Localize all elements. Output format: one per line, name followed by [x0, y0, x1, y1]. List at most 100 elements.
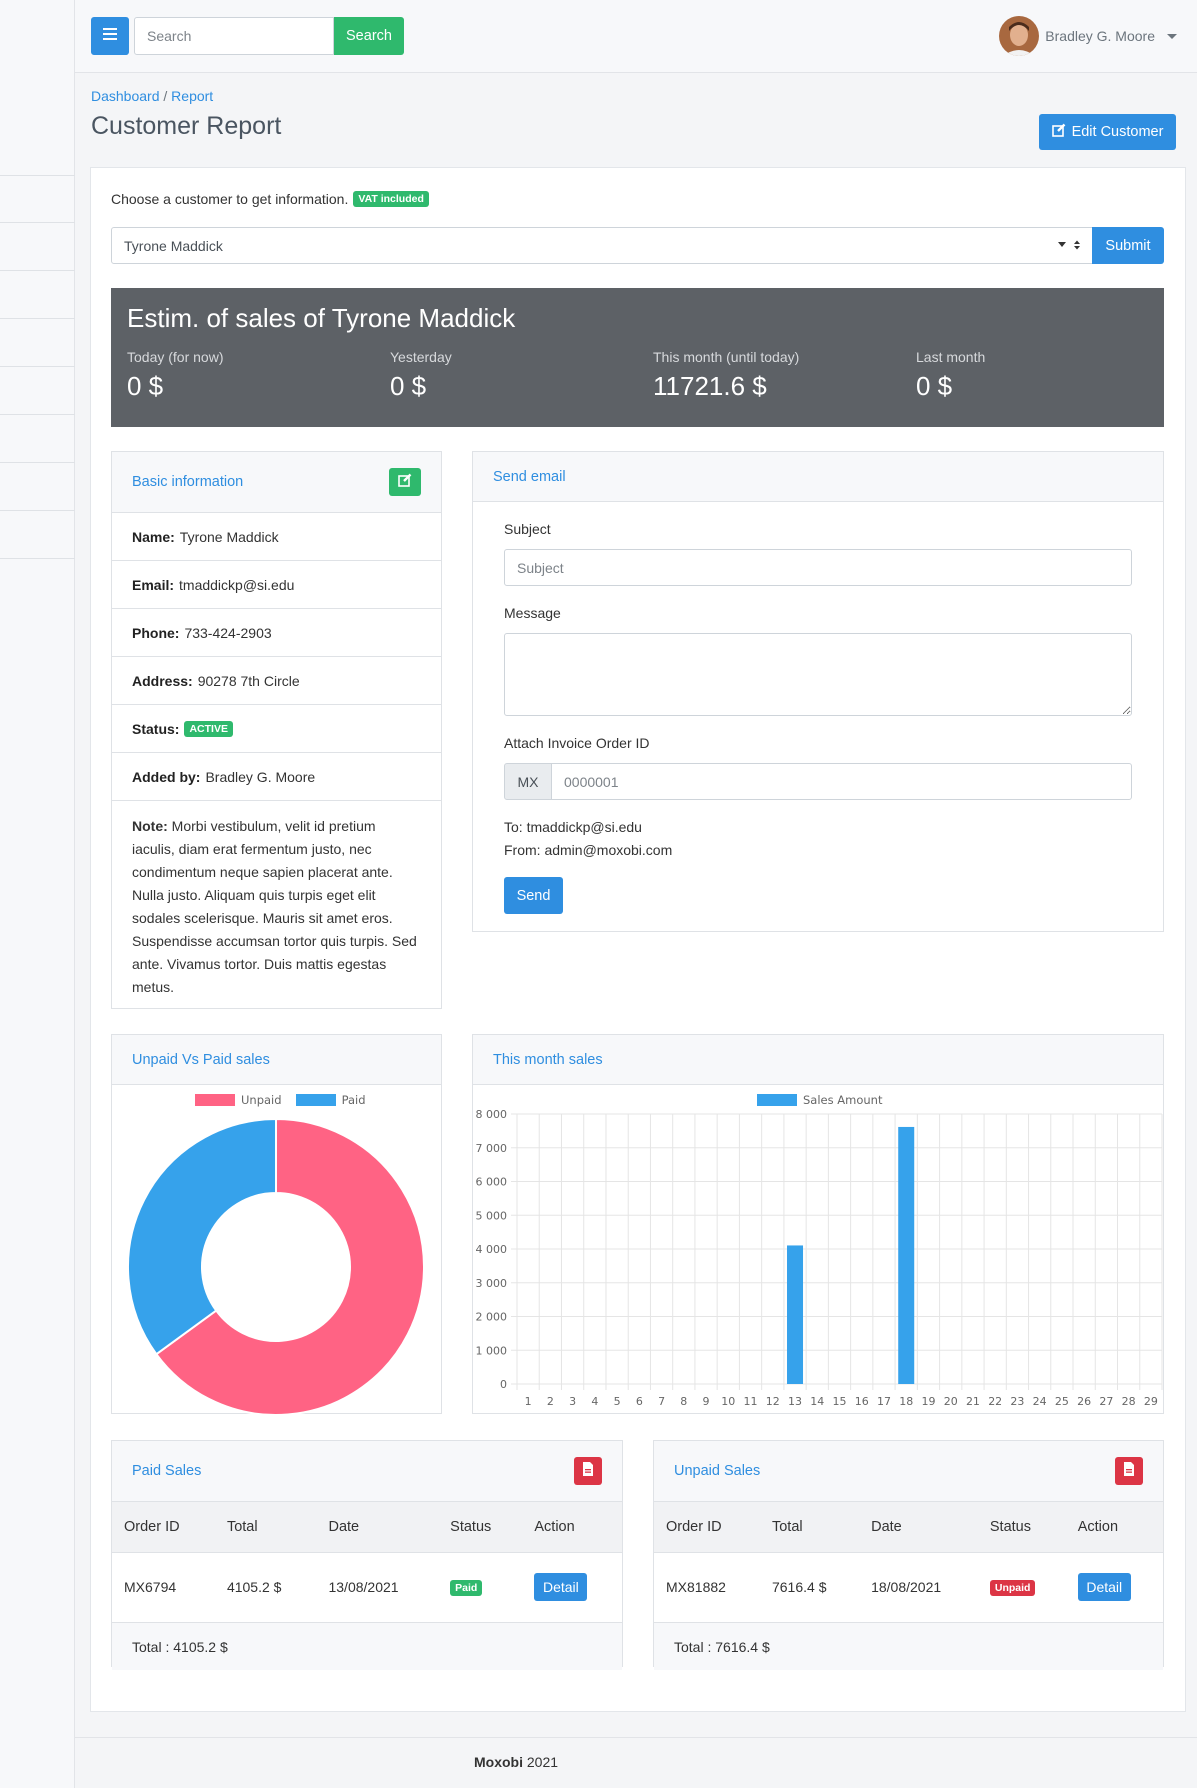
sidebar-divider — [0, 318, 75, 319]
x-tick-label: 1 — [525, 1395, 532, 1408]
x-tick-label: 21 — [966, 1395, 980, 1408]
table-row: MX81882 7616.4 $ 18/08/2021 Unpaid Detai… — [654, 1552, 1163, 1622]
cell-total: 4105.2 $ — [226, 1579, 282, 1596]
stat-label: Yesterday — [390, 349, 452, 365]
customer-select[interactable]: Tyrone Maddick — [111, 227, 1093, 264]
legend-unpaid[interactable]: Unpaid — [241, 1093, 282, 1107]
basic-information-panel: Basic information Name: Tyrone Maddick E… — [111, 451, 442, 1009]
col-status: Status — [977, 1502, 1066, 1553]
stat-today: Today (for now) 0 $ — [127, 349, 223, 402]
search-input[interactable] — [134, 17, 334, 55]
info-address-value: 90278 7th Circle — [197, 672, 300, 689]
order-id-input[interactable] — [551, 763, 1132, 800]
detail-button[interactable]: Detail — [534, 1573, 588, 1602]
stat-label: Today (for now) — [127, 349, 224, 365]
attach-invoice-label: Attach Invoice Order ID — [504, 735, 650, 751]
cell-date: 18/08/2021 — [871, 1579, 942, 1596]
unpaid-sales-pdf-button[interactable] — [1115, 1457, 1143, 1485]
cell-status: Unpaid — [978, 1552, 1066, 1622]
info-note: Note: Morbi vestibulum, velit id pretium… — [112, 801, 441, 1013]
y-tick-label: 3 000 — [476, 1277, 508, 1290]
legend-swatch-unpaid — [195, 1094, 235, 1106]
col-order-id: Order ID — [112, 1502, 215, 1553]
detail-button[interactable]: Detail — [1077, 1573, 1131, 1602]
stat-this-month: This month (until today) 11721.6 $ — [653, 349, 799, 402]
submit-button[interactable]: Submit — [1092, 227, 1164, 264]
message-textarea[interactable] — [504, 633, 1132, 716]
paid-sales-pdf-button[interactable] — [574, 1457, 602, 1485]
col-order-id: Order ID — [654, 1502, 760, 1553]
info-status-label: Status: — [132, 720, 180, 737]
cell-total: 7616.4 $ — [771, 1579, 827, 1596]
x-tick-label: 7 — [658, 1395, 665, 1408]
sidebar-divider — [0, 510, 75, 511]
unpaid-sales-title: Unpaid Sales — [674, 1463, 761, 1479]
col-date: Date — [316, 1502, 439, 1553]
unpaid-badge: Unpaid — [989, 1580, 1036, 1597]
col-action: Action — [522, 1502, 622, 1553]
paid-sales-title: Paid Sales — [132, 1463, 202, 1479]
subject-input[interactable] — [504, 549, 1132, 586]
file-pdf-icon — [1123, 1462, 1135, 1480]
table-header-row: Order ID Total Date Status Action — [654, 1502, 1163, 1553]
sales-estimate-title: Estim. of sales of Tyrone Maddick — [127, 303, 516, 333]
message-label: Message — [504, 605, 561, 621]
x-tick-label: 5 — [614, 1395, 621, 1408]
sidebar-divider — [0, 222, 75, 223]
page-title: Customer Report — [91, 112, 282, 140]
stat-value: 0 $ — [916, 371, 953, 401]
sidebar-divider — [0, 462, 75, 463]
order-prefix: MX — [504, 763, 552, 800]
unpaid-vs-paid-title: Unpaid Vs Paid sales — [132, 1051, 270, 1068]
user-menu[interactable]: Bradley G. Moore — [999, 15, 1177, 57]
edit-customer-button[interactable]: Edit Customer — [1039, 114, 1176, 150]
legend-paid[interactable]: Paid — [342, 1093, 366, 1107]
info-added-by-value: Bradley G. Moore — [205, 768, 316, 785]
stat-value: 0 $ — [390, 371, 427, 401]
choose-customer-text: Choose a customer to get information. — [111, 191, 349, 207]
x-tick-label: 9 — [703, 1395, 710, 1408]
vat-badge: VAT included — [353, 191, 429, 207]
bar-day-13[interactable] — [787, 1245, 804, 1384]
unpaid-sales-header: Unpaid Sales — [654, 1441, 1163, 1502]
breadcrumb-dashboard[interactable]: Dashboard — [91, 88, 160, 104]
x-tick-label: 17 — [877, 1395, 891, 1408]
avatar — [999, 16, 1040, 56]
x-tick-label: 20 — [944, 1395, 958, 1408]
basic-information-title: Basic information — [132, 474, 244, 490]
y-tick-label: 8 000 — [476, 1108, 508, 1121]
menu-toggle-button[interactable] — [91, 17, 129, 55]
info-note-label: Note: — [132, 818, 168, 834]
info-added-by: Added by: Bradley G. Moore — [112, 753, 441, 801]
y-tick-label: 1 000 — [476, 1344, 508, 1357]
donut-chart — [127, 1117, 425, 1416]
info-name-value: Tyrone Maddick — [179, 528, 279, 545]
x-tick-label: 11 — [744, 1395, 758, 1408]
basic-information-header: Basic information — [112, 452, 441, 513]
email-from: From: admin@moxobi.com — [504, 842, 673, 858]
donut-slice-paid[interactable] — [127, 1117, 277, 1356]
paid-sales-panel: Paid Sales Order ID Total Date Status Ac… — [111, 1440, 623, 1670]
edit-info-button[interactable] — [389, 468, 421, 496]
stat-value: 11721.6 $ — [653, 371, 767, 401]
sidebar-divider — [0, 414, 75, 415]
col-date: Date — [859, 1502, 978, 1553]
x-tick-label: 27 — [1099, 1395, 1113, 1408]
y-tick-label: 5 000 — [476, 1209, 508, 1222]
subject-label: Subject — [504, 521, 551, 537]
search-button[interactable]: Search — [334, 17, 404, 55]
paid-sales-total: Total : 4105.2 $ — [112, 1622, 622, 1670]
unpaid-sales-table: Order ID Total Date Status Action MX8188… — [654, 1502, 1163, 1622]
chevron-down-icon — [1167, 33, 1177, 39]
info-email: Email: tmaddickp@si.edu — [112, 561, 441, 609]
breadcrumb-report[interactable]: Report — [171, 88, 213, 104]
cell-status: Paid — [438, 1552, 522, 1622]
x-tick-label: 18 — [899, 1395, 913, 1408]
info-name: Name: Tyrone Maddick — [112, 513, 441, 561]
send-button[interactable]: Send — [504, 877, 563, 914]
bar-day-18[interactable] — [898, 1126, 915, 1384]
info-phone-value: 733-424-2903 — [184, 624, 272, 641]
this-month-sales-header: This month sales — [473, 1035, 1163, 1085]
y-tick-label: 6 000 — [476, 1176, 508, 1189]
send-email-title: Send email — [493, 468, 566, 485]
